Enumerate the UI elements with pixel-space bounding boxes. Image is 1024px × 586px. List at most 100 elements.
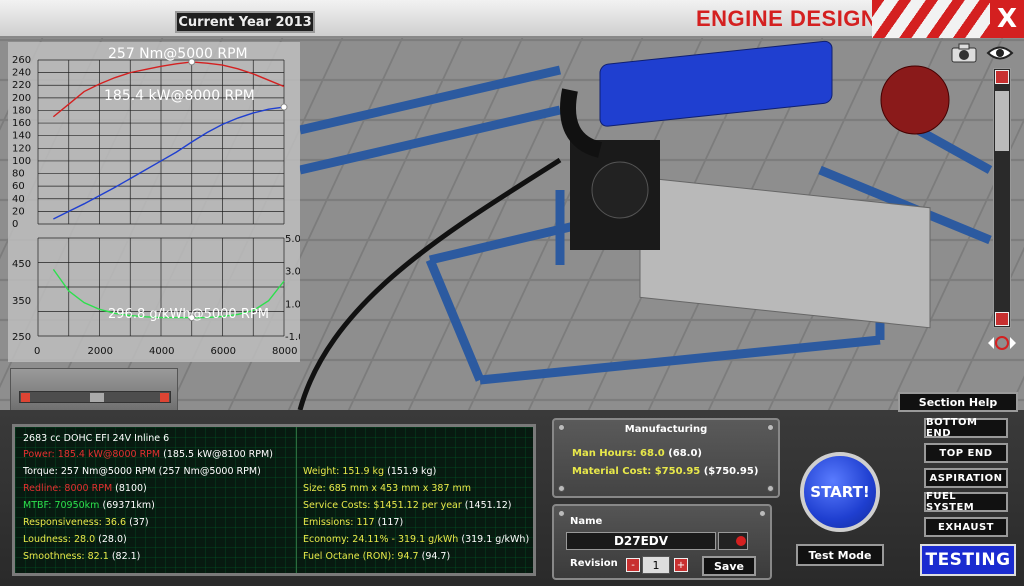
name-input-extension (718, 532, 748, 550)
power-peak-marker (280, 103, 288, 111)
man-hours: Man Hours: 68.0 (68.0) (572, 448, 702, 459)
y-tick-label: 240 (12, 68, 31, 79)
title-stripes (872, 0, 992, 38)
performance-graph: 260240220200180160140120100806040200 257… (12, 46, 305, 357)
x-tick-label: 6000 (211, 346, 236, 357)
y-tick-label: 220 (12, 80, 31, 91)
y-tick-label: 450 (12, 259, 31, 270)
y-tick-label: 160 (12, 118, 31, 129)
y-tick-label: 120 (12, 143, 31, 154)
y-right-tick-label: 1.0 (285, 299, 300, 310)
screw (558, 510, 565, 517)
y-tick-label: 20 (12, 206, 25, 217)
economy-peak-label: 296.8 g/kWh@5000 RPM (108, 307, 269, 322)
stat-row: Responsiveness: 36.6 (37) (23, 517, 149, 528)
y-tick-label: 250 (12, 332, 31, 343)
stat-value: (69371km) (102, 500, 155, 511)
x-tick-label: 0 (34, 346, 40, 357)
y-tick-label: 80 (12, 169, 25, 180)
manufacturing-panel: Manufacturing Man Hours: 68.0 (68.0) Mat… (552, 418, 780, 498)
title-bar: Current Year 2013 ENGINE DESIGN X (0, 0, 1024, 38)
section-help-button[interactable]: Section Help (898, 392, 1018, 412)
revision-value: 1 (642, 556, 670, 574)
scroll-thumb[interactable] (995, 91, 1009, 151)
performance-graph-panel: 260 240 220 200 180 160 140 120 100 80 60 40 20 0 257… (8, 42, 305, 362)
reset-view-icon[interactable] (986, 332, 1018, 354)
view-slider[interactable] (10, 368, 178, 412)
naming-panel: Name D27EDV Revision - 1 + Save (552, 504, 772, 580)
nav-aspiration[interactable]: ASPIRATION (924, 468, 1008, 488)
x-tick-label: 4000 (149, 346, 174, 357)
y-right-tick-label: -1.0 (285, 332, 300, 343)
stat-label: Loudness: 28.0 (23, 534, 96, 545)
y-right-tick-label: 3.0 (285, 267, 300, 278)
testing-button[interactable]: TESTING (920, 544, 1016, 576)
stat-row: Economy: 24.11% - 319.1 g/kWh (319.1 g/k… (303, 534, 529, 545)
manufacturing-header: Manufacturing (624, 424, 708, 435)
material-cost: Material Cost: $750.95 ($750.95) (572, 466, 758, 477)
y-tick-label: 0 (12, 219, 18, 230)
screw (558, 485, 565, 492)
stat-label: Torque: 257 Nm@5000 RPM (23, 466, 156, 477)
stat-row: Fuel Octane (RON): 94.7 (94.7) (303, 551, 450, 562)
stat-label: Responsiveness: 36.6 (23, 517, 127, 528)
x-tick-label: 8000 (272, 346, 297, 357)
test-mode-button[interactable]: Test Mode (796, 544, 884, 566)
stat-value: (117) (377, 517, 404, 528)
stat-label: Smoothness: 82.1 (23, 551, 109, 562)
reset-name-icon[interactable] (719, 533, 747, 549)
revision-increment-button[interactable]: + (674, 558, 688, 572)
stat-value: (94.7) (421, 551, 451, 562)
stat-value: (151.9 kg) (387, 466, 437, 477)
eye-icon[interactable] (986, 42, 1014, 64)
stat-label: Economy: 24.11% - 319.1 g/kWh (303, 534, 459, 545)
screw (767, 485, 774, 492)
power-peak-label: 185.4 kW@8000 RPM (104, 88, 255, 104)
material-cost-label: Material Cost: $750.95 (572, 466, 701, 477)
stat-row: MTBF: 70950km (69371km) (23, 500, 155, 511)
slider-left-arrow[interactable] (21, 393, 30, 402)
y-tick-label: 200 (12, 93, 31, 104)
camera-icon[interactable] (950, 42, 978, 64)
save-button[interactable]: Save (702, 556, 756, 576)
revision-decrement-button[interactable]: - (626, 558, 640, 572)
start-button[interactable]: START! (800, 452, 880, 532)
nav-fuel-system[interactable]: FUEL SYSTEM (924, 491, 1008, 513)
y-tick-label: 40 (12, 194, 25, 205)
slider-right-arrow[interactable] (160, 393, 169, 402)
stat-row: Service Costs: $1451.12 per year (1451.1… (303, 500, 512, 511)
slider-knob[interactable] (90, 393, 104, 402)
stat-row: Emissions: 117 (117) (303, 517, 403, 528)
nav-top-end[interactable]: TOP END (924, 443, 1008, 463)
stat-value: (37) (129, 517, 149, 528)
y-tick-label: 100 (12, 156, 31, 167)
nav-bottom-end[interactable]: BOTTOM END (924, 417, 1008, 439)
name-input[interactable]: D27EDV (566, 532, 716, 550)
material-cost-value: ($750.95) (703, 466, 759, 477)
torque-peak-label: 257 Nm@5000 RPM (108, 46, 248, 62)
stat-label: MTBF: 70950km (23, 500, 100, 511)
y-tick-label: 60 (12, 181, 25, 192)
stat-value: (185.5 kW@8100 RPM) (163, 449, 273, 460)
scroll-down-button[interactable] (995, 312, 1009, 326)
nav-exhaust[interactable]: EXHAUST (924, 517, 1008, 537)
current-year-label: Current Year 2013 (175, 11, 315, 33)
stat-label: Size: 685 mm x 453 mm x 387 mm (303, 483, 472, 494)
close-button[interactable]: X (990, 0, 1024, 38)
zoom-scrollbar[interactable] (993, 68, 1011, 328)
stat-value: (319.1 g/kWh) (461, 534, 530, 545)
man-hours-label: Man Hours: 68.0 (572, 448, 665, 459)
stat-value: (8100) (115, 483, 147, 494)
page-title: ENGINE DESIGN (696, 6, 878, 31)
stat-value: (1451.12) (464, 500, 512, 511)
stat-row: Torque: 257 Nm@5000 RPM (257 Nm@5000 RPM… (23, 466, 261, 477)
x-tick-label: 2000 (88, 346, 113, 357)
stat-label: Redline: 8000 RPM (23, 483, 113, 494)
engine-stats-panel: 2683 cc DOHC EFI 24V Inline 6 Power: 185… (12, 424, 536, 576)
stat-row: Smoothness: 82.1 (82.1) (23, 551, 140, 562)
stat-value: (257 Nm@5000 RPM) (158, 466, 261, 477)
stat-row: Size: 685 mm x 453 mm x 387 mm (303, 483, 471, 494)
man-hours-value: (68.0) (668, 448, 703, 459)
scroll-up-button[interactable] (995, 70, 1009, 84)
slider-track[interactable] (19, 391, 171, 403)
